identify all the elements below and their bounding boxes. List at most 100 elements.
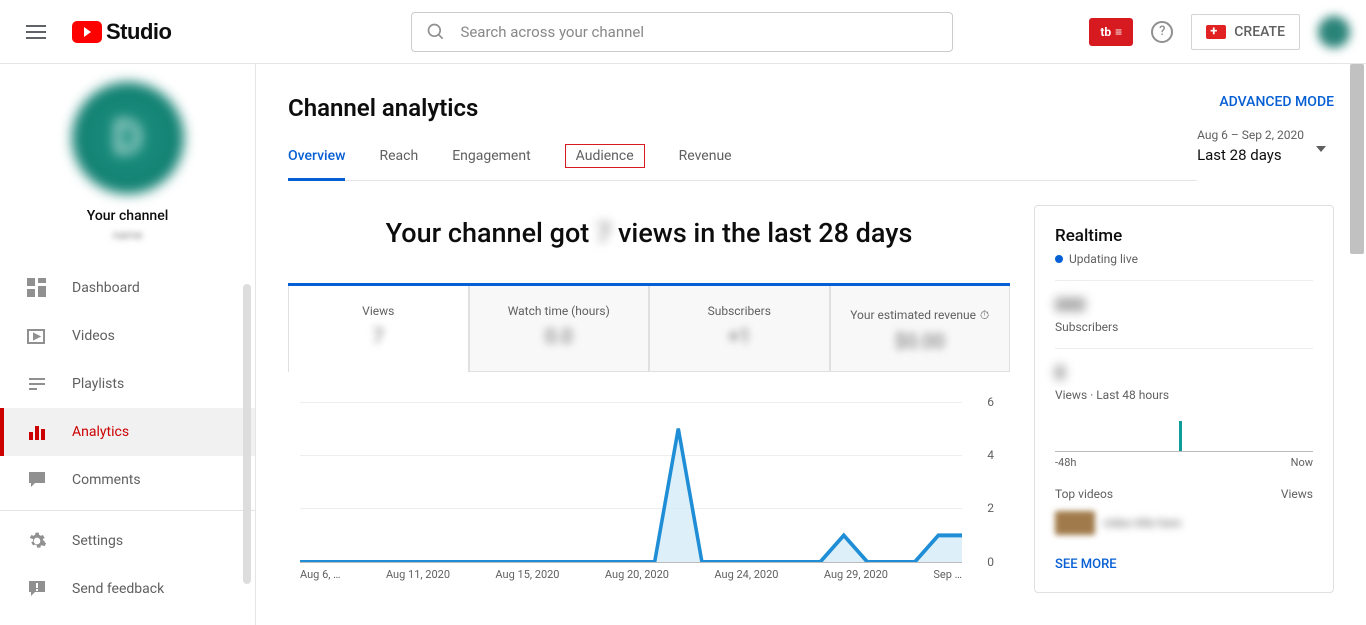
sidebar-item-label: Comments	[72, 472, 141, 488]
headline-pre: Your channel got	[386, 217, 596, 249]
realtime-views: 0 Views · Last 48 hours	[1055, 363, 1313, 402]
realtime-card: Realtime Updating live 000 Subscribers 0…	[1034, 205, 1334, 593]
headline: Your channel got 7 views in the last 28 …	[288, 217, 1010, 249]
views-chart[interactable]: 6 4 2 0	[300, 402, 998, 562]
sidebar-item-comments[interactable]: Comments	[0, 456, 255, 504]
hamburger-menu[interactable]	[16, 12, 56, 52]
page-title: Channel analytics	[288, 94, 1197, 122]
dashboard-icon	[26, 277, 48, 299]
metric-label: Views	[295, 304, 462, 318]
top-video-row[interactable]: video title here	[1055, 511, 1313, 535]
line-plot	[300, 402, 962, 562]
studio-logo-text: Studio	[106, 19, 171, 45]
top-views-label: Views	[1281, 487, 1313, 501]
tubebuddy-menu-icon: ≡	[1115, 25, 1122, 39]
views48-count-blurred: 0	[1055, 363, 1313, 384]
sidebar-item-feedback[interactable]: Send feedback	[0, 565, 255, 613]
sidebar-item-playlists[interactable]: Playlists	[0, 360, 255, 408]
subscribers-count-blurred: 000	[1055, 295, 1313, 316]
channel-name-blurred: name	[112, 228, 142, 242]
analytics-icon	[26, 421, 48, 443]
search-icon	[426, 22, 446, 42]
tab-overview[interactable]: Overview	[288, 148, 345, 168]
nav-divider	[0, 510, 255, 511]
page-header: Channel analytics Overview Reach Engagem…	[256, 64, 1366, 181]
x-tick: Aug 11, 2020	[386, 568, 450, 581]
sidebar-item-analytics[interactable]: Analytics	[0, 408, 255, 456]
x-tick: Aug 29, 2020	[824, 568, 888, 581]
spark-bar	[1179, 421, 1182, 451]
tubebuddy-icon: tb	[1100, 25, 1111, 39]
views48-label: Views · Last 48 hours	[1055, 388, 1313, 402]
app-header: Studio Search across your channel tb ≡ ?…	[0, 0, 1366, 64]
metric-watch-time[interactable]: Watch time (hours) 0.0	[469, 286, 650, 372]
tabs: Overview Reach Engagement Audience Reven…	[288, 148, 1197, 181]
date-range-picker[interactable]: Aug 6 – Sep 2, 2020 Last 28 days	[1197, 128, 1334, 164]
video-title-blurred: video title here	[1103, 516, 1181, 530]
sidebar-item-label: Send feedback	[72, 581, 164, 597]
metric-value: +1	[656, 324, 823, 348]
sidebar-nav: Dashboard Videos Playlists Analytics Com…	[0, 264, 255, 613]
channel-label: Your channel	[87, 208, 169, 224]
tab-audience[interactable]: Audience	[565, 144, 645, 168]
channel-avatar[interactable]: D	[72, 82, 184, 194]
feedback-icon	[26, 578, 48, 600]
metric-revenue[interactable]: Your estimated revenue ⏱ $0.00	[830, 286, 1011, 372]
search-input[interactable]: Search across your channel	[411, 12, 953, 52]
metric-subscribers[interactable]: Subscribers +1	[649, 286, 830, 372]
y-tick: 4	[987, 448, 994, 462]
clock-icon: ⏱	[980, 308, 989, 322]
top-videos-header: Top videos Views	[1055, 487, 1313, 501]
y-tick: 2	[987, 501, 994, 515]
chart-zone: 6 4 2 0 Aug 6, … Aug 11, 2020 Aug 15, 20…	[288, 372, 1010, 581]
spark-left-label: -48h	[1055, 456, 1076, 469]
realtime-updating: Updating live	[1055, 252, 1313, 266]
tab-engagement[interactable]: Engagement	[452, 148, 530, 168]
x-tick: Aug 6, …	[300, 568, 341, 581]
sidebar-item-label: Settings	[72, 533, 123, 549]
sidebar-item-label: Playlists	[72, 376, 124, 392]
sidebar-item-label: Analytics	[72, 424, 129, 440]
metric-tabs: Views 7 Watch time (hours) 0.0 Subscribe…	[288, 283, 1010, 372]
create-label: CREATE	[1234, 24, 1285, 40]
sidebar-item-videos[interactable]: Videos	[0, 312, 255, 360]
search-placeholder: Search across your channel	[460, 23, 644, 41]
date-range-label: Last 28 days	[1197, 146, 1304, 164]
headline-views-blurred: 7	[596, 217, 611, 249]
hamburger-icon	[26, 31, 46, 33]
page-scrollbar[interactable]	[1350, 64, 1364, 254]
x-tick: Aug 20, 2020	[605, 568, 669, 581]
metric-value: 0.0	[476, 324, 643, 348]
tab-revenue[interactable]: Revenue	[679, 148, 732, 168]
headline-post: views in the last 28 days	[611, 217, 912, 249]
create-button[interactable]: CREATE	[1191, 14, 1300, 50]
see-more-link[interactable]: SEE MORE	[1055, 557, 1313, 572]
sidebar-scrollbar[interactable]	[243, 284, 251, 584]
main-content: Channel analytics Overview Reach Engagem…	[256, 64, 1366, 625]
help-button[interactable]: ?	[1151, 21, 1173, 43]
video-thumbnail	[1055, 511, 1095, 535]
right-column: Realtime Updating live 000 Subscribers 0…	[1034, 205, 1334, 593]
realtime-subscribers: 000 Subscribers	[1055, 295, 1313, 334]
date-range-text: Aug 6 – Sep 2, 2020	[1197, 128, 1304, 142]
x-tick: Sep …	[933, 568, 962, 581]
x-tick: Aug 24, 2020	[714, 568, 778, 581]
camera-plus-icon	[1206, 25, 1226, 39]
sidebar-item-label: Dashboard	[72, 280, 140, 296]
studio-logo[interactable]: Studio	[72, 19, 171, 45]
tab-reach[interactable]: Reach	[379, 148, 418, 168]
tubebuddy-button[interactable]: tb ≡	[1089, 18, 1133, 46]
metric-views[interactable]: Views 7	[288, 286, 469, 372]
realtime-sparkline	[1055, 412, 1313, 452]
sidebar-item-settings[interactable]: Settings	[0, 517, 255, 565]
content-row: Your channel got 7 views in the last 28 …	[256, 181, 1366, 617]
youtube-icon	[72, 21, 102, 43]
top-videos-label: Top videos	[1055, 487, 1113, 501]
sidebar-item-dashboard[interactable]: Dashboard	[0, 264, 255, 312]
y-tick: 0	[987, 555, 994, 569]
channel-stub: D Your channel name	[0, 82, 255, 242]
subscribers-label: Subscribers	[1055, 320, 1313, 334]
account-avatar[interactable]	[1318, 16, 1350, 48]
advanced-mode-link[interactable]: ADVANCED MODE	[1197, 94, 1334, 110]
gear-icon	[26, 530, 48, 552]
